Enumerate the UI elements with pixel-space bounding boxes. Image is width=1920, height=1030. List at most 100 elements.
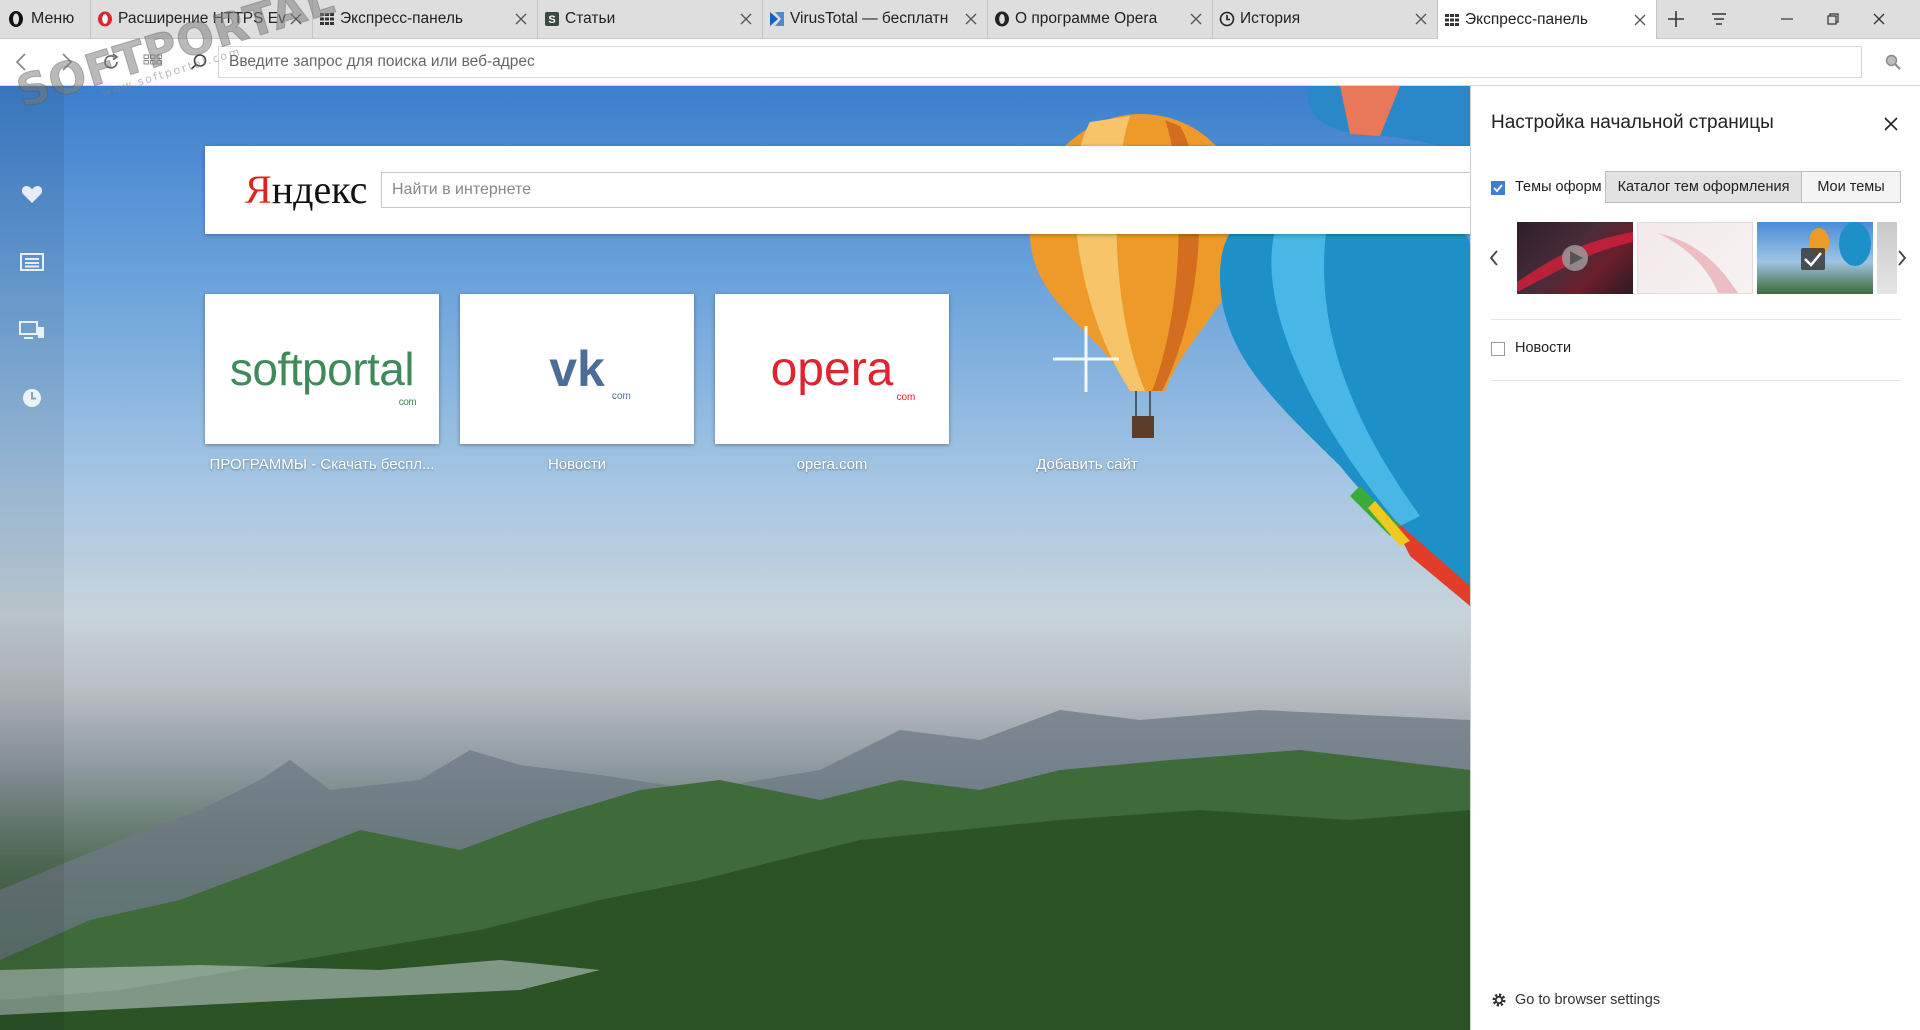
add-site-label[interactable]: Добавить сайт	[970, 456, 1204, 473]
browser-settings-label: Go to browser settings	[1515, 992, 1661, 1008]
magnifier-icon	[1885, 54, 1901, 70]
gear-icon	[1492, 993, 1506, 1007]
news-icon	[20, 253, 44, 271]
speed-dial-tile-opera[interactable]: opera com	[715, 294, 949, 444]
tab-menu-icon	[1712, 13, 1726, 25]
yandex-search-widget: Яндекс	[205, 146, 1481, 234]
speed-dial-label[interactable]: ПРОГРАММЫ - Скачать беспл...	[205, 456, 439, 473]
sidebar-news[interactable]	[16, 246, 48, 278]
close-window-button[interactable]	[1856, 0, 1902, 38]
tab-about-opera[interactable]: О программе Opera	[987, 0, 1212, 38]
minimize-button[interactable]	[1764, 0, 1810, 38]
back-arrow-icon	[15, 53, 26, 71]
url-input[interactable]	[227, 52, 1861, 72]
browser-settings-link[interactable]: Go to browser settings	[1491, 992, 1660, 1008]
sidebar-bookmarks[interactable]	[16, 178, 48, 210]
opera-menu-button[interactable]: Меню	[0, 0, 88, 38]
themes-prev-button[interactable]	[1483, 242, 1505, 274]
speed-dial-grid-icon	[143, 54, 162, 65]
theme-preview	[1801, 222, 1871, 270]
search-icon	[190, 54, 207, 70]
opera-logo-icon	[9, 11, 23, 27]
speed-dial-tile-softportal[interactable]: softportal com	[205, 294, 439, 444]
divider	[1491, 319, 1901, 320]
tab-title: VirusTotal — бесплатн	[790, 10, 949, 27]
search-button[interactable]	[184, 47, 214, 77]
tab-virustotal[interactable]: VirusTotal — бесплатн	[762, 0, 987, 38]
minimize-icon	[1781, 18, 1793, 20]
tile-suffix: com	[398, 397, 417, 408]
back-button[interactable]	[6, 47, 36, 77]
speed-dial-button[interactable]	[138, 47, 168, 77]
close-tab-icon[interactable]	[1186, 9, 1206, 29]
divider	[1491, 380, 1901, 381]
news-checkbox[interactable]	[1491, 342, 1505, 356]
url-field[interactable]	[218, 46, 1862, 78]
close-icon	[1884, 117, 1898, 131]
yandex-search-input[interactable]	[390, 180, 1480, 200]
theme-preview	[1517, 232, 1633, 292]
sidebar	[0, 86, 64, 1030]
speed-dial-label[interactable]: opera.com	[715, 456, 949, 473]
opera-wordmark: opera com	[770, 342, 916, 403]
plus-icon	[1668, 11, 1684, 27]
address-bar	[0, 39, 1920, 86]
heart-icon	[21, 186, 43, 203]
close-tab-icon[interactable]	[511, 9, 531, 29]
speed-dial-icon	[1445, 13, 1459, 26]
vk-wordmark: vk com	[549, 341, 631, 402]
opera-wordmark-logo: opera com	[715, 294, 949, 444]
close-tab-icon[interactable]	[286, 9, 306, 29]
tab-https-extension[interactable]: Расширение HTTPS Ev	[90, 0, 312, 38]
news-label: Новости	[1515, 340, 1572, 356]
reload-button[interactable]	[96, 47, 126, 77]
new-tab-button[interactable]	[1662, 4, 1690, 34]
close-tab-icon[interactable]	[1411, 9, 1431, 29]
chevron-right-icon	[1898, 250, 1907, 266]
tab-menu-button[interactable]	[1696, 0, 1742, 38]
tab-title: Расширение HTTPS Ev	[118, 10, 286, 27]
theme-thumbnail-balloons-selected[interactable]	[1757, 222, 1873, 294]
tab-speed-dial-active[interactable]: Экспресс-панель	[1437, 0, 1657, 39]
tab-articles[interactable]: S Статьи	[537, 0, 762, 38]
tile-suffix: com	[611, 391, 631, 402]
tile-suffix: com	[896, 391, 916, 403]
svg-text:S: S	[548, 14, 555, 26]
opera-icon	[995, 11, 1009, 27]
close-panel-button[interactable]	[1877, 110, 1905, 138]
vk-logo: vk com	[460, 294, 694, 444]
reload-icon	[104, 53, 119, 69]
opera-icon	[98, 11, 112, 27]
themes-next-button[interactable]	[1891, 242, 1913, 274]
tab-history[interactable]: История	[1212, 0, 1437, 38]
yandex-search-field[interactable]	[381, 172, 1481, 208]
clock-icon	[23, 389, 41, 407]
sidebar-history[interactable]	[16, 382, 48, 414]
start-page-settings-panel: Настройка начальной страницы Темы оформ …	[1470, 86, 1920, 1030]
close-tab-icon[interactable]	[1630, 10, 1650, 30]
close-tab-icon[interactable]	[961, 9, 981, 29]
menu-label: Меню	[31, 10, 75, 27]
forward-button[interactable]	[52, 47, 82, 77]
speed-dial-tile-vk[interactable]: vk com	[460, 294, 694, 444]
restore-button[interactable]	[1810, 0, 1856, 38]
chevron-left-icon	[1489, 250, 1498, 266]
close-tab-icon[interactable]	[736, 9, 756, 29]
sidebar-synced-tabs[interactable]	[16, 314, 48, 346]
theme-catalog-button[interactable]: Каталог тем оформления	[1605, 171, 1802, 203]
softportal-wordmark: softportal com	[229, 343, 417, 408]
themes-checkbox[interactable]	[1491, 181, 1505, 195]
theme-thumbnail-light[interactable]	[1637, 222, 1753, 294]
tab-speed-dial-1[interactable]: Экспресс-панель	[312, 0, 537, 38]
add-site-button[interactable]	[1036, 294, 1136, 424]
speed-dial-icon	[320, 13, 334, 25]
my-themes-button[interactable]: Мои темы	[1801, 171, 1901, 203]
tab-title: Статьи	[565, 10, 616, 27]
page-search-button[interactable]	[1878, 47, 1908, 77]
theme-thumbnail-dark[interactable]	[1517, 222, 1633, 294]
tab-title: Экспресс-панель	[340, 10, 463, 27]
theme-preview	[1658, 233, 1738, 293]
speed-dial-label[interactable]: Новости	[460, 456, 694, 473]
virustotal-icon	[770, 12, 784, 26]
themes-label: Темы оформ	[1515, 179, 1602, 195]
